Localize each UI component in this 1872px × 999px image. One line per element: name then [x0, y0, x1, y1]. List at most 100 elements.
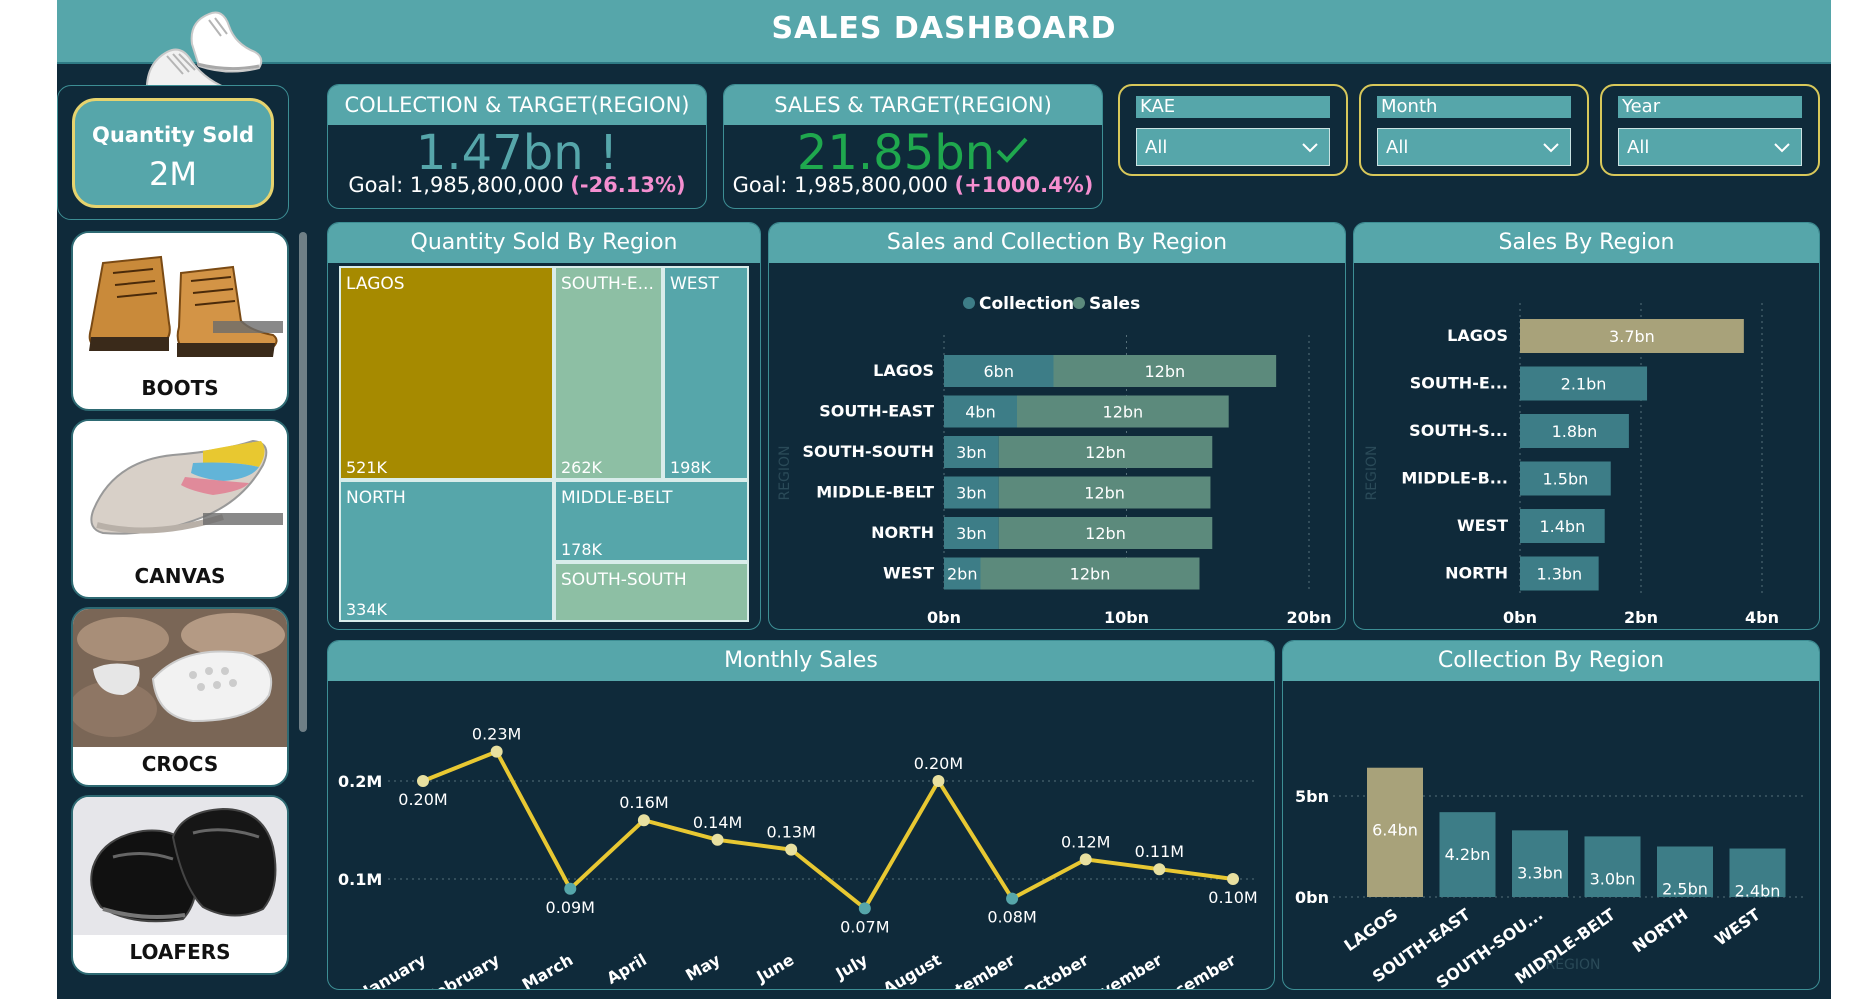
kpi-collection-title: COLLECTION & TARGET(REGION) [328, 85, 706, 125]
x-tick-label: 0bn [1503, 608, 1537, 627]
data-label: 0.13M [766, 823, 815, 842]
y-tick-label: 0bn [1295, 888, 1329, 907]
slicer-kae-dropdown[interactable]: All [1136, 128, 1330, 166]
page-title: SALES DASHBOARD [771, 11, 1117, 46]
data-label: 12bn [1103, 403, 1144, 422]
collection-region-panel: Collection By Region 0bn 5bn 6.4bn LAGOS 4.2… [1282, 640, 1820, 990]
data-label: 0.23M [472, 725, 521, 744]
data-label: 0.11M [1135, 842, 1184, 861]
treemap-tile-value: 178K [561, 540, 603, 559]
x-tick-label: LAGOS [1341, 905, 1402, 955]
slicer-year-value: All [1627, 137, 1650, 158]
x-tick-label: August [880, 950, 945, 990]
data-label: 3bn [956, 443, 986, 462]
x-axis-title: REGION [1545, 957, 1600, 973]
data-label: 12bn [1084, 484, 1125, 503]
treemap-tile-label: SOUTH-SOUTH [561, 570, 687, 590]
treemap-tile-value: 334K [346, 600, 388, 619]
slicer-kae-value: All [1145, 137, 1168, 158]
data-label: 2.1bn [1561, 375, 1607, 394]
product-card-crocs[interactable]: CROCS [71, 607, 289, 787]
legend-marker [963, 297, 975, 309]
data-label: 4bn [965, 403, 995, 422]
product-label-crocs: CROCS [141, 752, 219, 776]
treemap-tile-label: SOUTH-E... [561, 274, 654, 294]
product-list: BOOTS CANVAS CROCS LOAFERS [57, 227, 303, 987]
chevron-down-icon [1774, 143, 1790, 153]
quantity-sold-label: Quantity Sold [92, 123, 254, 147]
x-tick-label: 0bn [927, 608, 961, 627]
slicer-month-label: Month [1377, 96, 1571, 118]
loafers-photo-icon [73, 797, 287, 935]
data-label: 0.08M [987, 908, 1036, 927]
kpi-collection-goal: Goal: 1,985,800,000 [348, 173, 564, 197]
product-card-loafers[interactable]: LOAFERS [71, 795, 289, 975]
treemap-tile [339, 266, 554, 480]
data-label: 0.16M [619, 793, 668, 812]
y-axis-title: REGION [1364, 445, 1380, 500]
slicer-month: Month All [1359, 84, 1589, 176]
x-tick-label: WEST [1711, 905, 1764, 950]
crocs-photo-icon [73, 609, 287, 747]
y-tick-label: SOUTH-S... [1409, 421, 1508, 440]
product-list-scrollbar[interactable] [299, 232, 307, 732]
slicer-year-label: Year [1618, 96, 1802, 118]
data-label: 3bn [956, 524, 986, 543]
data-label: 0.07M [840, 917, 889, 936]
data-label: 12bn [1085, 524, 1126, 543]
data-label: 1.5bn [1543, 470, 1589, 489]
data-label: 0.14M [693, 813, 742, 832]
treemap-tile-value: 262K [561, 458, 603, 477]
treemap-tile [663, 266, 749, 480]
legend-marker [1073, 297, 1085, 309]
treemap-panel: Quantity Sold By Region LAGOS 521K NORTH 33… [327, 222, 761, 630]
treemap-tile-label: WEST [670, 274, 719, 294]
kpi-collection-delta: (-26.13%) [570, 173, 686, 197]
data-label: 1.8bn [1552, 422, 1598, 441]
data-label: 12bn [1085, 443, 1126, 462]
treemap-tile-label: LAGOS [346, 274, 405, 294]
product-card-canvas[interactable]: CANVAS [71, 419, 289, 599]
x-tick-label: 2bn [1624, 608, 1658, 627]
product-label-loafers: LOAFERS [129, 940, 231, 964]
slicer-year-dropdown[interactable]: All [1618, 128, 1802, 166]
line-point [490, 745, 503, 758]
y-tick-label: SOUTH-SOUTH [803, 442, 934, 461]
product-card-boots[interactable]: BOOTS [71, 231, 289, 411]
slicer-kae-label: KAE [1136, 96, 1330, 118]
y-tick-label: 5bn [1295, 787, 1329, 806]
treemap-tile-value: 198K [670, 458, 712, 477]
x-tick-label: February [423, 950, 503, 990]
x-tick-label: 10bn [1104, 608, 1149, 627]
series-line [422, 749, 1234, 912]
monthly-sales-panel: Monthly Sales 0.1M 0.2M 0.20M January 0.23M F… [327, 640, 1275, 990]
data-label: 6bn [984, 362, 1014, 381]
data-label: 3.3bn [1517, 863, 1563, 882]
slicer-month-dropdown[interactable]: All [1377, 128, 1571, 166]
y-tick-label: SOUTH-E... [1410, 374, 1508, 393]
treemap-title: Quantity Sold By Region [328, 223, 760, 263]
product-label-canvas: CANVAS [134, 564, 226, 588]
sales-collection-chart: Collection Sales 0bn 10bn 20bn REGION LAGOS 6bn… [777, 294, 1332, 627]
y-tick-label: WEST [1457, 516, 1508, 535]
collection-region-title: Collection By Region [1283, 641, 1819, 681]
quantity-sold-value: 2M [149, 155, 197, 193]
slicer-month-value: All [1386, 137, 1409, 158]
product-label-boots: BOOTS [141, 376, 219, 400]
data-label: 12bn [1070, 565, 1111, 584]
canvas: SALES DASHBOARD Quantity Sold 2M BOOTS C… [0, 0, 1872, 999]
legend-label: Sales [1089, 294, 1140, 314]
x-tick-label: 20bn [1286, 608, 1331, 627]
quantity-sold-card: Quantity Sold 2M [72, 98, 274, 208]
dashboard: SALES DASHBOARD Quantity Sold 2M BOOTS C… [57, 0, 1831, 999]
x-tick-label: April [603, 950, 649, 988]
y-tick-label: 0.2M [338, 772, 382, 791]
x-tick-label: October [1020, 950, 1092, 990]
x-tick-label: March [519, 950, 577, 990]
data-label: 12bn [1144, 362, 1185, 381]
line-point [711, 833, 724, 846]
y-tick-label: MIDDLE-B... [1401, 469, 1508, 488]
x-tick-label: June [753, 950, 798, 987]
data-label: 2bn [947, 565, 977, 584]
line-point [417, 775, 429, 787]
